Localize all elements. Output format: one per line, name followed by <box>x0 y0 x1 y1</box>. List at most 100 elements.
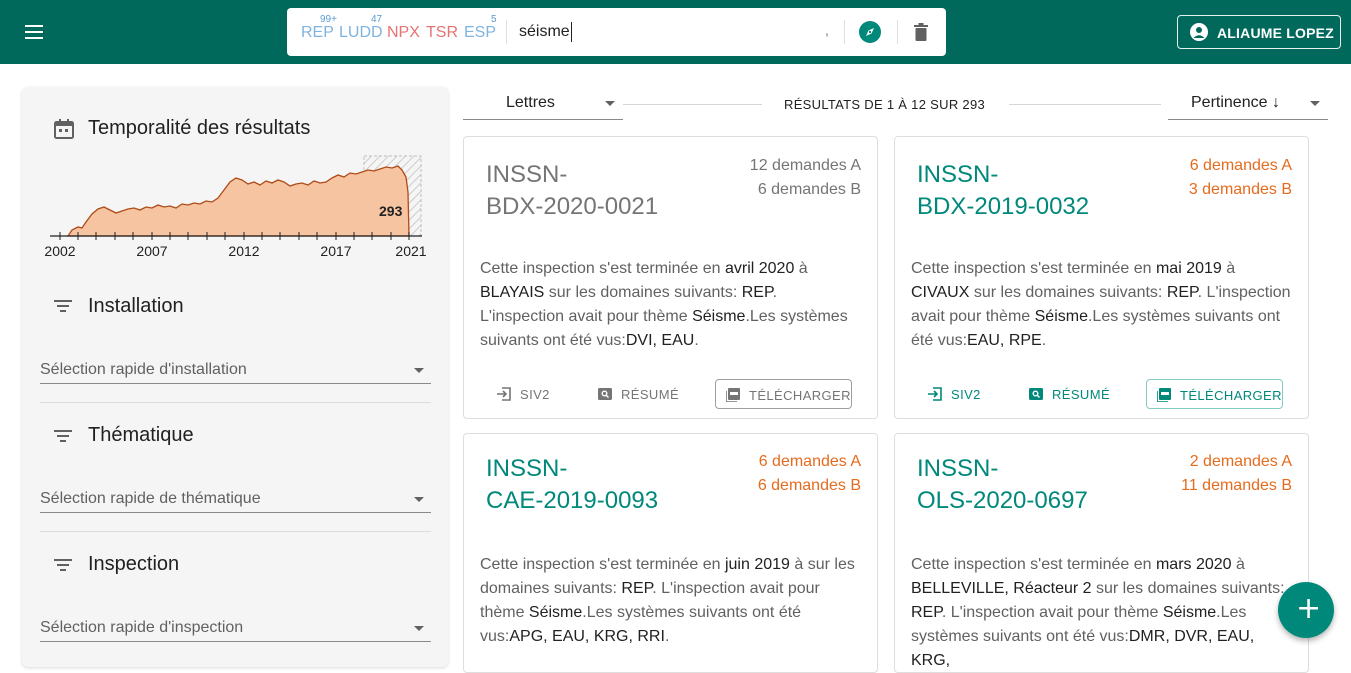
card-title-line: INSSN- <box>917 161 999 188</box>
filter-chip-ludd[interactable]: LUDD 47 <box>339 15 383 42</box>
user-account-button[interactable]: ALIAUME LOPEZ <box>1177 15 1341 49</box>
select-underline <box>40 512 431 513</box>
results-timeline-chart[interactable]: 293 2002 2007 2012 2017 2021 <box>44 152 428 264</box>
select-underline <box>40 383 431 384</box>
compass-icon[interactable] <box>859 21 881 43</box>
header-divider <box>623 104 762 105</box>
inspection-title: Inspection <box>88 553 180 575</box>
description-highlight: Séisme <box>1162 604 1217 621</box>
installation-placeholder: Sélection rapide d'installation <box>40 361 247 378</box>
card-description: Cette inspection s'est terminée en avril… <box>480 257 864 353</box>
calendar-icon <box>54 119 74 144</box>
filter-chip-esp[interactable]: ESP 5 <box>464 15 497 42</box>
card-description: Cette inspection s'est terminée en juin … <box>480 553 864 649</box>
card-title-line: BDX-2019-0032 <box>917 193 1090 220</box>
chip-label: NPX <box>387 24 420 41</box>
description-text: à <box>1231 556 1245 573</box>
card-title[interactable]: INSSN- OLS-2020-0697 <box>917 453 1117 517</box>
summary-button[interactable]: RÉSUMÉ <box>1024 379 1124 409</box>
description-text: Cette inspection s'est terminée en <box>480 556 725 573</box>
search-input[interactable] <box>519 21 819 43</box>
chip-label: REP <box>301 24 334 41</box>
axis-tick-label: 2007 <box>136 243 167 259</box>
demands-b: 3 demandes B <box>1188 181 1292 198</box>
description-highlight: mai 2019 <box>1155 260 1222 277</box>
card-demands: 6 demandes A 3 demandes B <box>1189 154 1292 202</box>
download-button[interactable]: TÉLÉCHARGER <box>715 379 852 409</box>
axis-tick-label: 2002 <box>44 243 75 259</box>
description-highlight: mars 2020 <box>1155 556 1232 573</box>
button-label: TÉLÉCHARGER <box>749 388 851 403</box>
description-highlight: DVI, EAU <box>625 332 695 349</box>
select-underline <box>40 641 431 642</box>
demands-a: 6 demandes A <box>758 453 861 470</box>
filter-chip-npx[interactable]: NPX <box>387 24 420 42</box>
siv2-button[interactable]: SIV2 <box>492 379 562 409</box>
divider <box>897 20 898 44</box>
filter-icon <box>54 299 72 317</box>
demands-b: 11 demandes B <box>1181 477 1292 494</box>
sort-value: Pertinence ↓ <box>1191 94 1280 111</box>
card-demands: 6 demandes A 6 demandes B <box>758 450 861 498</box>
description-text: à <box>794 260 808 277</box>
summary-button[interactable]: RÉSUMÉ <box>593 379 693 409</box>
filter-icon <box>54 558 72 576</box>
axis-tick-label: 2017 <box>320 243 351 259</box>
chevron-down-icon <box>605 101 615 106</box>
card-title-line: OLS-2020-0697 <box>917 487 1088 514</box>
description-highlight: avril 2020 <box>724 260 795 277</box>
description-highlight: APG, EAU, KRG, RRI <box>509 628 665 645</box>
trash-icon[interactable] <box>914 23 928 41</box>
description-text: sur les domaines suivants: <box>969 284 1167 301</box>
result-card[interactable]: INSSN- CAE-2019-0093 6 demandes A 6 dema… <box>463 433 878 673</box>
demands-a: 6 demandes A <box>1189 157 1292 174</box>
filter-chip-rep[interactable]: REP 99+ <box>301 15 337 42</box>
pdf-icon <box>1156 388 1171 403</box>
group-by-value: Lettres <box>506 94 555 111</box>
search-separator: , <box>825 22 829 38</box>
menu-icon[interactable] <box>22 20 46 44</box>
description-highlight: REP <box>741 284 773 301</box>
result-card[interactable]: INSSN- OLS-2020-0697 2 demandes A 11 dem… <box>894 433 1309 673</box>
result-card[interactable]: INSSN- BDX-2019-0032 6 demandes A 3 dema… <box>894 136 1309 419</box>
description-highlight: juin 2019 <box>724 556 790 573</box>
description-highlight: REP <box>1166 284 1198 301</box>
button-label: RÉSUMÉ <box>621 387 680 402</box>
description-highlight: BLAYAIS <box>480 284 545 301</box>
add-button[interactable]: + <box>1278 582 1334 638</box>
card-title-line: BDX-2020-0021 <box>486 193 659 220</box>
chip-label: TSR <box>426 24 458 41</box>
filter-chip-tsr[interactable]: TSR <box>426 24 458 42</box>
timeline-area <box>66 165 410 237</box>
card-actions: SIV2 RÉSUMÉ TÉLÉCHARGER <box>480 379 870 411</box>
card-title[interactable]: INSSN- CAE-2019-0093 <box>486 453 686 517</box>
siv2-button[interactable]: SIV2 <box>923 379 993 409</box>
header-divider <box>1009 104 1161 105</box>
divider <box>506 20 507 44</box>
account-icon <box>1190 23 1208 41</box>
chevron-down-icon <box>414 368 424 373</box>
card-title-line: INSSN- <box>486 161 568 188</box>
card-description: Cette inspection s'est terminée en mars … <box>911 553 1295 673</box>
description-text: . L'inspection avait pour thème <box>941 604 1163 621</box>
download-button[interactable]: TÉLÉCHARGER <box>1146 379 1283 409</box>
search-icon <box>598 387 612 401</box>
results-header: Lettres RÉSULTATS DE 1 À 12 SUR 293 Pert… <box>463 88 1329 124</box>
demands-a: 12 demandes A <box>749 157 861 174</box>
button-label: SIV2 <box>520 387 550 402</box>
card-actions: SIV2 RÉSUMÉ TÉLÉCHARGER <box>911 379 1301 411</box>
search-icon <box>1029 387 1043 401</box>
card-title[interactable]: INSSN- BDX-2020-0021 <box>486 159 686 223</box>
results-count: RÉSULTATS DE 1 À 12 SUR 293 <box>784 97 986 112</box>
axis-tick-label: 2012 <box>228 243 259 259</box>
login-icon <box>928 387 942 401</box>
section-divider <box>40 402 431 403</box>
description-highlight: REP <box>911 604 942 621</box>
chip-label: LUDD <box>339 24 383 41</box>
button-label: RÉSUMÉ <box>1052 387 1111 402</box>
card-title[interactable]: INSSN- BDX-2019-0032 <box>917 159 1117 223</box>
temporality-title: Temporalité des résultats <box>88 117 311 139</box>
result-card[interactable]: INSSN- BDX-2020-0021 12 demandes A 6 dem… <box>463 136 878 419</box>
description-text: sur les domaines suivants: <box>544 284 742 301</box>
card-demands: 2 demandes A 11 demandes B <box>1181 450 1292 498</box>
